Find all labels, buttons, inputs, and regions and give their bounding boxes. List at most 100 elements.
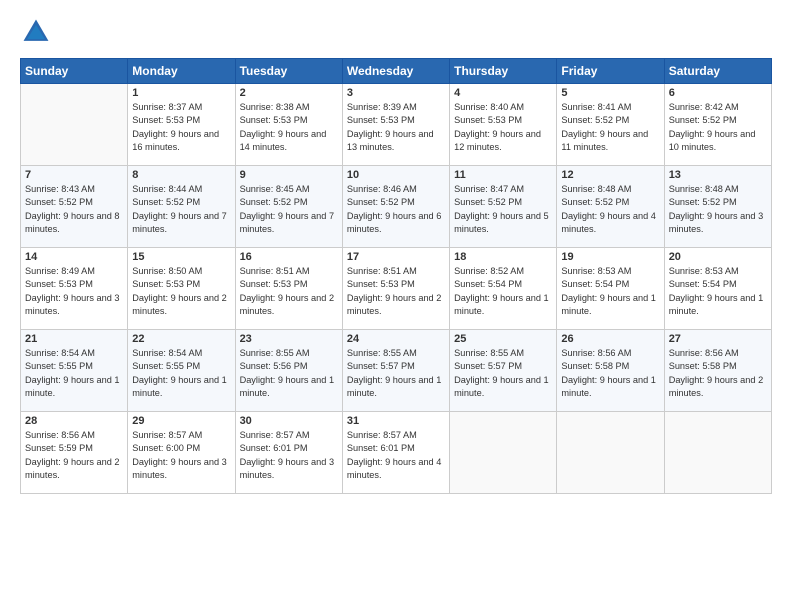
calendar-day: 31Sunrise: 8:57 AMSunset: 6:01 PMDayligh…: [342, 412, 449, 494]
day-info: Sunrise: 8:56 AMSunset: 5:58 PMDaylight:…: [561, 347, 659, 400]
day-info: Sunrise: 8:40 AMSunset: 5:53 PMDaylight:…: [454, 101, 552, 154]
weekday-header: Monday: [128, 59, 235, 84]
day-info: Sunrise: 8:55 AMSunset: 5:57 PMDaylight:…: [454, 347, 552, 400]
calendar-day: 2 Sunrise: 8:38 AMSunset: 5:53 PMDaylight…: [235, 84, 342, 166]
day-info: Sunrise: 8:41 AMSunset: 5:52 PMDaylight:…: [561, 101, 659, 154]
calendar-day: 18Sunrise: 8:52 AMSunset: 5:54 PMDayligh…: [450, 248, 557, 330]
day-number: 2: [240, 87, 338, 99]
day-info: Sunrise: 8:53 AMSunset: 5:54 PMDaylight:…: [669, 265, 767, 318]
day-number: 23: [240, 333, 338, 345]
weekday-header: Tuesday: [235, 59, 342, 84]
calendar-day: 3 Sunrise: 8:39 AMSunset: 5:53 PMDaylight…: [342, 84, 449, 166]
weekday-header: Friday: [557, 59, 664, 84]
calendar-day: 1 Sunrise: 8:37 AMSunset: 5:53 PMDaylight…: [128, 84, 235, 166]
calendar-day: 27 Sunrise: 8:56 AMSunset: 5:58 PMDayligh…: [664, 330, 771, 412]
day-number: 6: [669, 87, 767, 99]
day-info: Sunrise: 8:45 AMSunset: 5:52 PMDaylight:…: [240, 183, 338, 236]
day-number: 17: [347, 251, 445, 263]
calendar-day: 21Sunrise: 8:54 AMSunset: 5:55 PMDayligh…: [21, 330, 128, 412]
calendar-table: SundayMondayTuesdayWednesdayThursdayFrid…: [20, 58, 772, 494]
day-number: 11: [454, 169, 552, 181]
header: [20, 16, 772, 48]
weekday-header: Sunday: [21, 59, 128, 84]
day-number: 24: [347, 333, 445, 345]
calendar-day: 14Sunrise: 8:49 AMSunset: 5:53 PMDayligh…: [21, 248, 128, 330]
day-info: Sunrise: 8:51 AMSunset: 5:53 PMDaylight:…: [347, 265, 445, 318]
day-info: Sunrise: 8:54 AMSunset: 5:55 PMDaylight:…: [25, 347, 123, 400]
calendar-day: 7 Sunrise: 8:43 AMSunset: 5:52 PMDaylight…: [21, 166, 128, 248]
calendar-day: 13 Sunrise: 8:48 AMSunset: 5:52 PMDayligh…: [664, 166, 771, 248]
day-number: 29: [132, 415, 230, 427]
calendar-empty: [664, 412, 771, 494]
day-info: Sunrise: 8:51 AMSunset: 5:53 PMDaylight:…: [240, 265, 338, 318]
calendar-day: 23 Sunrise: 8:55 AMSunset: 5:56 PMDayligh…: [235, 330, 342, 412]
day-info: Sunrise: 8:56 AMSunset: 5:58 PMDaylight:…: [669, 347, 767, 400]
calendar-empty: [450, 412, 557, 494]
calendar-day: 5 Sunrise: 8:41 AMSunset: 5:52 PMDaylight…: [557, 84, 664, 166]
day-info: Sunrise: 8:37 AMSunset: 5:53 PMDaylight:…: [132, 101, 230, 154]
day-info: Sunrise: 8:52 AMSunset: 5:54 PMDaylight:…: [454, 265, 552, 318]
calendar-day: 29 Sunrise: 8:57 AMSunset: 6:00 PMDayligh…: [128, 412, 235, 494]
day-info: Sunrise: 8:56 AMSunset: 5:59 PMDaylight:…: [25, 429, 123, 482]
calendar-day: 17 Sunrise: 8:51 AMSunset: 5:53 PMDayligh…: [342, 248, 449, 330]
day-number: 10: [347, 169, 445, 181]
calendar-day: 20 Sunrise: 8:53 AMSunset: 5:54 PMDayligh…: [664, 248, 771, 330]
calendar-day: 19 Sunrise: 8:53 AMSunset: 5:54 PMDayligh…: [557, 248, 664, 330]
calendar-day: 25Sunrise: 8:55 AMSunset: 5:57 PMDayligh…: [450, 330, 557, 412]
calendar-day: 12 Sunrise: 8:48 AMSunset: 5:52 PMDayligh…: [557, 166, 664, 248]
day-number: 3: [347, 87, 445, 99]
day-info: Sunrise: 8:50 AMSunset: 5:53 PMDaylight:…: [132, 265, 230, 318]
calendar-day: 11Sunrise: 8:47 AMSunset: 5:52 PMDayligh…: [450, 166, 557, 248]
day-number: 15: [132, 251, 230, 263]
calendar-day: 9Sunrise: 8:45 AMSunset: 5:52 PMDaylight…: [235, 166, 342, 248]
calendar-day: 26 Sunrise: 8:56 AMSunset: 5:58 PMDayligh…: [557, 330, 664, 412]
day-info: Sunrise: 8:42 AMSunset: 5:52 PMDaylight:…: [669, 101, 767, 154]
calendar-day: 16 Sunrise: 8:51 AMSunset: 5:53 PMDayligh…: [235, 248, 342, 330]
weekday-header: Saturday: [664, 59, 771, 84]
calendar-empty: [557, 412, 664, 494]
day-number: 12: [561, 169, 659, 181]
day-info: Sunrise: 8:49 AMSunset: 5:53 PMDaylight:…: [25, 265, 123, 318]
day-number: 5: [561, 87, 659, 99]
day-info: Sunrise: 8:55 AMSunset: 5:56 PMDaylight:…: [240, 347, 338, 400]
logo: [20, 16, 56, 48]
day-number: 16: [240, 251, 338, 263]
calendar-day: 28 Sunrise: 8:56 AMSunset: 5:59 PMDayligh…: [21, 412, 128, 494]
day-info: Sunrise: 8:39 AMSunset: 5:53 PMDaylight:…: [347, 101, 445, 154]
day-info: Sunrise: 8:43 AMSunset: 5:52 PMDaylight:…: [25, 183, 123, 236]
day-info: Sunrise: 8:57 AMSunset: 6:01 PMDaylight:…: [240, 429, 338, 482]
day-number: 19: [561, 251, 659, 263]
calendar-day: 8 Sunrise: 8:44 AMSunset: 5:52 PMDaylight…: [128, 166, 235, 248]
day-info: Sunrise: 8:48 AMSunset: 5:52 PMDaylight:…: [669, 183, 767, 236]
day-info: Sunrise: 8:54 AMSunset: 5:55 PMDaylight:…: [132, 347, 230, 400]
day-info: Sunrise: 8:55 AMSunset: 5:57 PMDaylight:…: [347, 347, 445, 400]
day-number: 30: [240, 415, 338, 427]
calendar-day: 4 Sunrise: 8:40 AMSunset: 5:53 PMDaylight…: [450, 84, 557, 166]
day-info: Sunrise: 8:44 AMSunset: 5:52 PMDaylight:…: [132, 183, 230, 236]
day-info: Sunrise: 8:53 AMSunset: 5:54 PMDaylight:…: [561, 265, 659, 318]
calendar-day: 6 Sunrise: 8:42 AMSunset: 5:52 PMDaylight…: [664, 84, 771, 166]
calendar-day: 30 Sunrise: 8:57 AMSunset: 6:01 PMDayligh…: [235, 412, 342, 494]
day-info: Sunrise: 8:57 AMSunset: 6:01 PMDaylight:…: [347, 429, 445, 482]
calendar-day: 24 Sunrise: 8:55 AMSunset: 5:57 PMDayligh…: [342, 330, 449, 412]
day-number: 4: [454, 87, 552, 99]
day-info: Sunrise: 8:46 AMSunset: 5:52 PMDaylight:…: [347, 183, 445, 236]
day-info: Sunrise: 8:38 AMSunset: 5:53 PMDaylight:…: [240, 101, 338, 154]
calendar-day: 10 Sunrise: 8:46 AMSunset: 5:52 PMDayligh…: [342, 166, 449, 248]
weekday-header: Thursday: [450, 59, 557, 84]
day-number: 20: [669, 251, 767, 263]
day-info: Sunrise: 8:57 AMSunset: 6:00 PMDaylight:…: [132, 429, 230, 482]
day-number: 13: [669, 169, 767, 181]
calendar-day: 15 Sunrise: 8:50 AMSunset: 5:53 PMDayligh…: [128, 248, 235, 330]
day-number: 26: [561, 333, 659, 345]
calendar-empty: [21, 84, 128, 166]
day-number: 8: [132, 169, 230, 181]
day-info: Sunrise: 8:48 AMSunset: 5:52 PMDaylight:…: [561, 183, 659, 236]
day-number: 1: [132, 87, 230, 99]
page: SundayMondayTuesdayWednesdayThursdayFrid…: [0, 0, 792, 612]
day-number: 28: [25, 415, 123, 427]
day-number: 7: [25, 169, 123, 181]
calendar-day: 22Sunrise: 8:54 AMSunset: 5:55 PMDayligh…: [128, 330, 235, 412]
day-number: 27: [669, 333, 767, 345]
weekday-header: Wednesday: [342, 59, 449, 84]
